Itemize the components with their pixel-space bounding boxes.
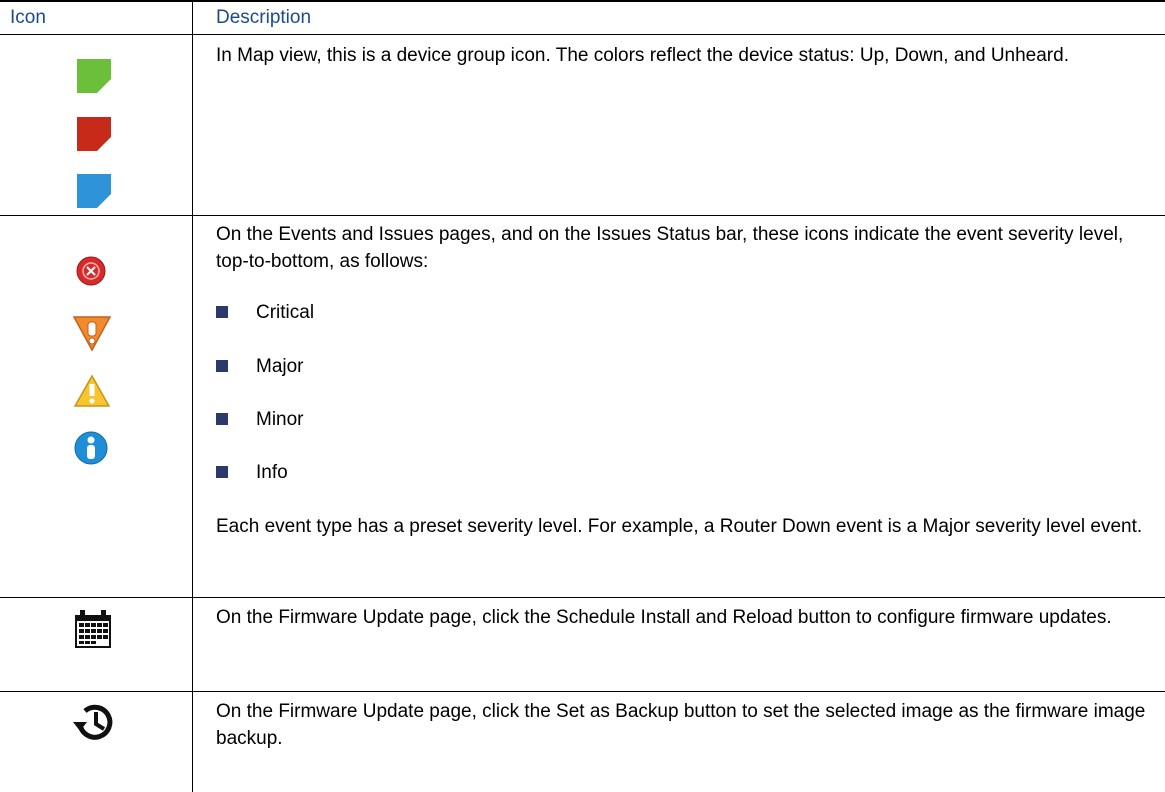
table-row: On the Firmware Update page, click the S… (0, 692, 1165, 792)
bullet-square-icon (216, 466, 228, 478)
row-description: In Map view, this is a device group icon… (216, 45, 1069, 66)
bullet-square-icon (216, 413, 228, 425)
description-column-header: Description (216, 7, 312, 28)
device-group-unheard-icon (77, 174, 111, 208)
row-description: On the Firmware Update page, click the S… (216, 701, 1146, 749)
row-description: On the Firmware Update page, click the S… (216, 607, 1112, 628)
bullet-square-icon (216, 360, 228, 372)
device-group-up-icon (77, 59, 111, 93)
table-header-row: Icon Description (0, 2, 1165, 35)
bullet-square-icon (216, 306, 228, 318)
major-severity-icon (72, 316, 112, 352)
table-row: On the Events and Issues pages, and on t… (0, 216, 1165, 598)
icon-description-table: Icon Description In Map view, this is a … (0, 0, 1165, 792)
calendar-icon (75, 610, 111, 648)
row-description: On the Events and Issues pages, and on t… (216, 224, 1124, 272)
info-severity-icon (74, 431, 108, 465)
table-row: In Map view, this is a device group icon… (0, 34, 1165, 216)
history-backup-icon (73, 704, 113, 740)
minor-severity-icon (73, 374, 111, 407)
row-note: Each event type has a preset severity le… (216, 516, 1143, 537)
critical-severity-icon (76, 256, 106, 286)
icon-column-header: Icon (10, 7, 46, 28)
device-group-down-icon (77, 117, 111, 151)
table-row: On the Firmware Update page, click the S… (0, 598, 1165, 692)
